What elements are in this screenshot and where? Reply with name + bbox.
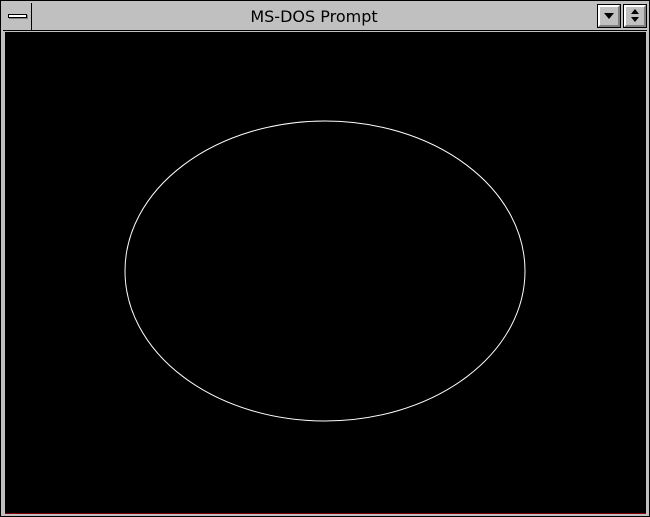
restore-button[interactable]: [623, 4, 647, 28]
system-menu-button[interactable]: [3, 3, 32, 30]
window-title: MS-DOS Prompt: [250, 7, 378, 26]
restore-up-icon: [631, 9, 639, 14]
dos-window: MS-DOS Prompt: [0, 0, 650, 517]
restore-down-icon: [631, 17, 639, 22]
system-menu-icon: [8, 14, 27, 18]
dos-screen[interactable]: [5, 32, 646, 513]
window-bottom-edge: [5, 513, 646, 514]
ellipse-shape: [124, 120, 526, 422]
minimize-button[interactable]: [597, 4, 621, 28]
graphics-canvas: [124, 120, 526, 422]
minimize-icon: [604, 13, 614, 19]
title-bar[interactable]: MS-DOS Prompt: [3, 3, 647, 31]
